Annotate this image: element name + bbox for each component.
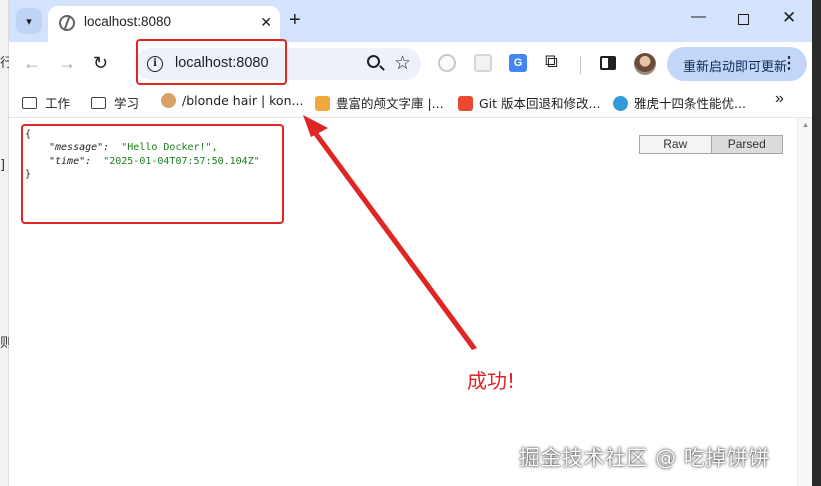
new-tab-button[interactable]: + bbox=[289, 9, 301, 31]
minimize-button[interactable]: — bbox=[691, 8, 706, 25]
parsed-view-button[interactable]: Parsed bbox=[710, 136, 782, 153]
bookmark-label: 学习 bbox=[114, 96, 140, 111]
anime-icon bbox=[161, 93, 176, 108]
translate-extension-icon[interactable]: G bbox=[509, 54, 527, 72]
forward-button[interactable]: → bbox=[58, 52, 76, 74]
folder-icon bbox=[22, 97, 37, 109]
bookmark-item[interactable]: /blonde hair | kon... bbox=[161, 93, 303, 108]
relaunch-update-button[interactable]: 重新启动即可更新 ⋮ bbox=[667, 47, 807, 81]
bookmark-label: /blonde hair | kon... bbox=[182, 93, 304, 108]
bookmark-folder-work[interactable]: 工作 bbox=[22, 93, 70, 112]
bookmarks-overflow-button[interactable]: » bbox=[775, 90, 784, 108]
bookmark-label: 雅虎十四条性能优... bbox=[634, 96, 746, 111]
toolbar-divider bbox=[580, 56, 581, 74]
watermark: 掘金技术社区 @ 吃掉饼饼 bbox=[519, 446, 770, 470]
tab-search-button[interactable]: ▾ bbox=[16, 8, 42, 34]
menu-icon[interactable]: ⋮ bbox=[781, 53, 797, 73]
background-window-edge-right bbox=[812, 0, 821, 486]
close-tab-icon[interactable]: ✕ bbox=[260, 14, 272, 31]
scroll-up-icon[interactable]: ▲ bbox=[802, 122, 809, 129]
zoom-icon[interactable] bbox=[367, 55, 380, 68]
background-text: ] bbox=[0, 158, 6, 173]
background-window-edge: 行 ] 则 bbox=[0, 0, 13, 486]
bookmark-label: 豊富的颅文字庫 |... bbox=[336, 96, 444, 111]
tab-localhost[interactable]: localhost:8080 ✕ bbox=[48, 6, 280, 42]
tab-title: localhost:8080 bbox=[84, 14, 172, 29]
bookmark-item[interactable]: Git 版本回退和修改... bbox=[458, 93, 600, 112]
browser-window: ▾ localhost:8080 ✕ + — ✕ ← → ↻ i localho… bbox=[9, 0, 812, 486]
bookmark-star-icon[interactable]: ☆ bbox=[394, 52, 411, 75]
reload-button[interactable]: ↻ bbox=[93, 52, 108, 74]
tab-strip: ▾ localhost:8080 ✕ + — ✕ bbox=[9, 0, 812, 42]
folder-icon bbox=[91, 97, 106, 109]
side-panel-icon[interactable] bbox=[600, 56, 616, 70]
vertical-scrollbar[interactable]: ▲ bbox=[797, 118, 812, 486]
update-label: 重新启动即可更新 bbox=[683, 60, 788, 75]
bookmark-item[interactable]: 豊富的颅文字庫 |... bbox=[315, 93, 444, 112]
bookmark-folder-study[interactable]: 学习 bbox=[91, 93, 139, 112]
profile-avatar[interactable] bbox=[634, 53, 656, 75]
close-window-button[interactable]: ✕ bbox=[782, 8, 796, 28]
extension-icon[interactable] bbox=[474, 54, 492, 72]
raw-view-button[interactable]: Raw bbox=[640, 136, 711, 153]
bookmarks-bar: 工作 学习 /blonde hair | kon... 豊富的颅文字庫 |...… bbox=[9, 86, 812, 118]
json-view-toggle: Raw Parsed bbox=[639, 135, 783, 154]
url-highlight-box bbox=[136, 39, 287, 85]
json-highlight-box bbox=[21, 124, 284, 224]
cloud-icon bbox=[613, 96, 628, 111]
font-library-icon bbox=[315, 96, 330, 111]
maximize-button[interactable] bbox=[738, 14, 749, 25]
toolbar: ← → ↻ i localhost:8080 ☆ G ⧉ 重新启动即可更新 ⋮ bbox=[9, 42, 812, 86]
bookmark-item[interactable]: 雅虎十四条性能优... bbox=[613, 93, 746, 112]
bookmark-label: Git 版本回退和修改... bbox=[479, 96, 601, 111]
extensions-puzzle-icon[interactable]: ⧉ bbox=[545, 51, 558, 72]
extension-icon[interactable] bbox=[438, 54, 456, 72]
csdn-icon bbox=[458, 96, 473, 111]
bookmark-label: 工作 bbox=[45, 96, 71, 111]
globe-icon bbox=[59, 15, 75, 31]
success-annotation: 成功! bbox=[467, 369, 516, 393]
back-button[interactable]: ← bbox=[23, 52, 41, 74]
